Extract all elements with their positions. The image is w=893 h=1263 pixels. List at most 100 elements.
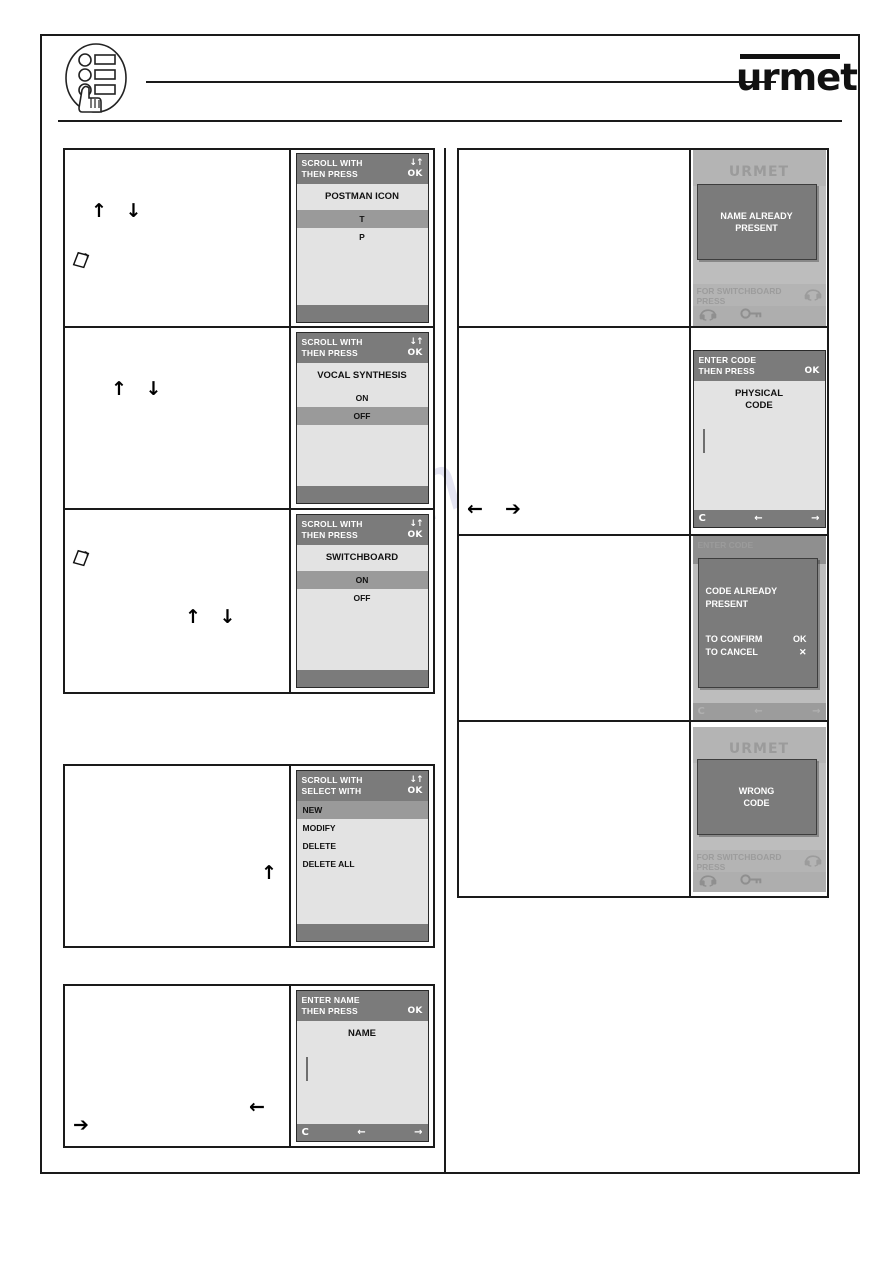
- header-line-1: ENTER CODE: [698, 355, 757, 365]
- key-left[interactable]: ←: [754, 513, 762, 524]
- menu-option-t[interactable]: T: [296, 210, 428, 228]
- ok-hint-label: OK: [407, 169, 423, 179]
- header-line-2: THEN PRESS: [301, 530, 358, 540]
- lcd-screen-vocal-synthesis[interactable]: SCROLL WITH THEN PRESS ↓↑ OK VOCAL SYNTH…: [295, 332, 429, 504]
- lcd-screen-switchboard[interactable]: SCROLL WITH THEN PRESS ↓↑ OK SWITCHBOARD…: [295, 514, 429, 688]
- screen-cell: SCROLL WITH THEN PRESS ↓↑ OK POSTMAN ICO…: [291, 150, 433, 326]
- header-line-1: ENTER NAME: [301, 995, 360, 1005]
- menu-option-off[interactable]: OFF: [296, 407, 428, 425]
- screen-cell: SCROLL WITH THEN PRESS ↓↑ OK VOCAL SYNTH…: [291, 328, 433, 508]
- urmet-logo: urmet: [736, 54, 858, 106]
- dialog-line-2: PRESENT: [705, 599, 749, 609]
- scroll-hint-icon: ↓↑: [409, 519, 423, 529]
- table-row: URMET FOR SWITCHBOARD PRESS: [459, 722, 827, 896]
- ok-hint-label: OK: [407, 348, 423, 358]
- dialog-line-2: PRESENT: [735, 223, 778, 233]
- table-row: URMET FOR SWITCHBOARD PRESS: [459, 150, 827, 328]
- dialog-cancel-row[interactable]: TO CANCEL ✕: [706, 646, 817, 659]
- list-item-modify[interactable]: MODIFY: [296, 819, 428, 837]
- dialog-wrong-code: WRONG CODE: [696, 758, 817, 835]
- dialog-line-2: CODE: [743, 797, 770, 808]
- dialog-actions: TO CONFIRM OK TO CANCEL ✕: [699, 611, 817, 659]
- lcd-screen-list-menu[interactable]: SCROLL WITH SELECT WITH ↓↑ OK NEW MODIFY…: [295, 770, 429, 942]
- annotation-cell: [459, 536, 691, 720]
- table-row: ↑ ↓ SCROLL WITH THEN PRESS ↓↑ OK POSTMAN…: [65, 150, 433, 328]
- ok-hint-label: OK: [407, 786, 423, 796]
- menu-option-on[interactable]: ON: [296, 571, 428, 589]
- menu-option-p[interactable]: P: [296, 228, 428, 246]
- manual-page: manualshive.com urmet: [0, 0, 893, 1263]
- list-item-delete[interactable]: DELETE: [296, 837, 428, 855]
- table-row: ↑ ↓ SCROLL WITH THEN PRESS ↓↑ OK VOCAL S…: [65, 328, 433, 510]
- screen-body-fill: [296, 607, 428, 670]
- lcd-screen-physical-code[interactable]: ENTER CODE THEN PRESS OK PHYSICAL CODE C…: [692, 350, 826, 528]
- list-item-delete-all[interactable]: DELETE ALL: [296, 855, 428, 873]
- confirm-label: TO CONFIRM: [705, 634, 763, 644]
- screen-title-line-1: PHYSICAL: [734, 388, 784, 399]
- key-icon[interactable]: [739, 873, 764, 891]
- header-line-1: SCROLL WITH: [301, 337, 363, 347]
- screen-body-fill: [296, 246, 428, 305]
- dialog-code-already-present: CODE ALREADY PRESENT TO CONFIRM OK TO CA…: [697, 558, 818, 688]
- screen-footer-keys: C ← →: [693, 510, 825, 527]
- home-brand-label: URMET: [728, 164, 790, 180]
- screen-cell: ENTER CODE C ← → CODE ALREADY PRESENT TO…: [691, 536, 827, 720]
- key-clear[interactable]: C: [699, 513, 706, 524]
- header-line-2: SELECT WITH: [301, 786, 362, 796]
- lcd-screen-enter-name[interactable]: ENTER NAME THEN PRESS OK NAME C ← →: [295, 990, 429, 1142]
- key-right: →: [812, 706, 821, 717]
- home-bottom-bar: [692, 871, 826, 893]
- lcd-screen-postman-icon[interactable]: SCROLL WITH THEN PRESS ↓↑ OK POSTMAN ICO…: [295, 153, 429, 323]
- note-icon: [70, 548, 92, 570]
- key-clear[interactable]: C: [302, 1127, 309, 1138]
- annotation-cell: ↑ ↓: [65, 510, 291, 692]
- key-right[interactable]: →: [811, 513, 819, 524]
- screen-cell: URMET FOR SWITCHBOARD PRESS: [691, 150, 827, 326]
- lcd-screen-name-already-present[interactable]: URMET FOR SWITCHBOARD PRESS NAME ALREADY…: [692, 150, 826, 327]
- annotation-cell: ↑ ↓: [65, 150, 291, 326]
- header-line-1: SCROLL WITH: [301, 775, 363, 785]
- menu-option-off[interactable]: OFF: [296, 589, 428, 607]
- screen-header: SCROLL WITH THEN PRESS ↓↑ OK: [296, 333, 428, 363]
- dialog-message: CODE ALREADY PRESENT: [699, 559, 817, 611]
- screen-title: PHYSICAL CODE: [694, 381, 825, 419]
- screen-cell: ENTER NAME THEN PRESS OK NAME C ← →: [291, 986, 433, 1146]
- intercom-handset-icon[interactable]: [698, 871, 718, 893]
- screen-title: SWITCHBOARD: [325, 552, 399, 563]
- annotation-cell: [459, 722, 691, 896]
- screen-footer: [296, 305, 428, 322]
- key-icon[interactable]: [739, 307, 764, 325]
- scroll-hint-icon: ↓↑: [409, 775, 423, 785]
- header-line-1: SCROLL WITH: [301, 519, 363, 529]
- annotation-cell: [459, 150, 691, 326]
- dialog-line-1: WRONG: [738, 785, 775, 796]
- header-bottom-divider: [58, 120, 842, 122]
- dialog-line-1: CODE ALREADY: [705, 586, 778, 596]
- up-down-arrows: ↑ ↓: [185, 606, 242, 628]
- list-item-new[interactable]: NEW: [296, 801, 428, 819]
- intercom-handset-icon[interactable]: [698, 305, 718, 327]
- dialog-confirm-row[interactable]: TO CONFIRM OK: [706, 633, 817, 646]
- table-row: ➔ ← ENTER NAME THEN PRESS OK NAME C ← →: [65, 986, 433, 1146]
- menu-option-on[interactable]: ON: [296, 389, 428, 407]
- key-clear: C: [697, 706, 705, 717]
- annotation-cell: ➔ ←: [65, 986, 291, 1146]
- screen-header: ENTER NAME THEN PRESS OK: [296, 991, 428, 1021]
- lcd-screen-code-already-present[interactable]: ENTER CODE C ← → CODE ALREADY PRESENT TO…: [692, 536, 826, 720]
- confirm-key: OK: [793, 634, 807, 644]
- text-cursor: [702, 429, 705, 453]
- ok-hint-label: OK: [804, 366, 820, 376]
- screen-header: SCROLL WITH SELECT WITH ↓↑ OK: [296, 771, 428, 801]
- screen-body-fill: [296, 873, 428, 924]
- header-divider: [146, 81, 776, 83]
- annotation-cell: ← ➔: [459, 328, 691, 534]
- text-cursor: [305, 1057, 308, 1081]
- up-down-arrows: ↑ ↓: [111, 378, 168, 400]
- key-right[interactable]: →: [414, 1127, 422, 1138]
- screen-cell: SCROLL WITH THEN PRESS ↓↑ OK SWITCHBOARD…: [291, 510, 433, 692]
- home-instruction: FOR SWITCHBOARD PRESS: [692, 284, 826, 306]
- key-left[interactable]: ←: [357, 1127, 365, 1138]
- header-line-2: THEN PRESS: [301, 348, 358, 358]
- lcd-screen-wrong-code[interactable]: URMET FOR SWITCHBOARD PRESS WRONG CODE: [692, 726, 826, 893]
- screen-header: ENTER CODE THEN PRESS OK: [693, 351, 825, 381]
